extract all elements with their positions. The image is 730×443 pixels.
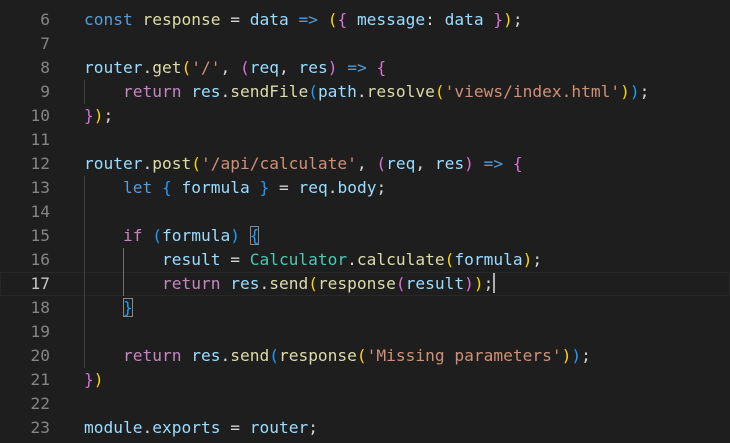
line-text: return res.send(response('Missing parame…	[122, 346, 591, 365]
line-number: 13	[30, 178, 51, 197]
indent-guide	[84, 320, 85, 344]
line-number: 20	[30, 346, 51, 365]
line-text: if (formula) {	[122, 226, 260, 245]
text-cursor	[493, 273, 496, 293]
matched-bracket: {	[249, 226, 260, 245]
line-number: 15	[30, 226, 51, 245]
code-line[interactable]: 14	[0, 200, 730, 224]
line-number: 17	[30, 274, 51, 293]
line-number: 6	[40, 10, 50, 29]
line-text: module.exports = router;	[84, 418, 318, 437]
code-line[interactable]: 8 router.get('/', (req, res) => {	[0, 56, 730, 80]
line-number: 22	[30, 394, 51, 413]
line-number: 19	[30, 322, 51, 341]
code-line[interactable]: 23 module.exports = router;	[0, 416, 730, 440]
code-line[interactable]: 11	[0, 128, 730, 152]
code-line[interactable]: 18 }	[0, 296, 730, 320]
indent-guide	[84, 200, 85, 224]
code-line[interactable]: 12 router.post('/api/calculate', (req, r…	[0, 152, 730, 176]
line-text: router.get('/', (req, res) => {	[84, 58, 387, 77]
matched-bracket: }	[122, 298, 133, 317]
line-text: }	[84, 296, 133, 320]
code-line[interactable]: 15 if (formula) {	[0, 224, 730, 248]
line-number: 11	[30, 130, 51, 149]
code-line[interactable]: 22	[0, 392, 730, 416]
code-editor[interactable]: 6 const response = data => ({ message: d…	[0, 0, 730, 443]
line-number: 7	[40, 34, 50, 53]
line-number: 10	[30, 106, 51, 125]
line-number: 12	[30, 154, 51, 173]
line-number: 16	[30, 250, 51, 269]
line-number: 21	[30, 370, 51, 389]
line-text: return res.sendFile(path.resolve('views/…	[122, 82, 650, 101]
code-line[interactable]: 19	[0, 320, 730, 344]
code-line[interactable]: 16 result = Calculator.calculate(formula…	[0, 248, 730, 272]
code-line[interactable]: 9 return res.sendFile(path.resolve('view…	[0, 80, 730, 104]
line-text: });	[84, 106, 114, 125]
line-text: return res.send(response(result));	[161, 273, 496, 293]
code-line[interactable]: 6 const response = data => ({ message: d…	[0, 8, 730, 32]
code-line[interactable]: 13 let { formula } = req.body;	[0, 176, 730, 200]
code-line[interactable]: 21 })	[0, 368, 730, 392]
line-number: 8	[40, 58, 50, 77]
code-line[interactable]: 20 return res.send(response('Missing par…	[0, 344, 730, 368]
line-number: 18	[30, 298, 51, 317]
line-number: 23	[30, 418, 51, 437]
code-line[interactable]: 7	[0, 32, 730, 56]
line-text: const response = data => ({ message: dat…	[84, 10, 523, 29]
code-line[interactable]: 10 });	[0, 104, 730, 128]
line-text: router.post('/api/calculate', (req, res)…	[84, 154, 523, 173]
code-line-current[interactable]: 17 return res.send(response(result));	[0, 272, 730, 296]
line-text: result = Calculator.calculate(formula);	[161, 250, 543, 269]
line-text: let { formula } = req.body;	[122, 178, 387, 197]
line-text: })	[84, 370, 104, 389]
line-number: 9	[40, 82, 50, 101]
line-number: 14	[30, 202, 51, 221]
